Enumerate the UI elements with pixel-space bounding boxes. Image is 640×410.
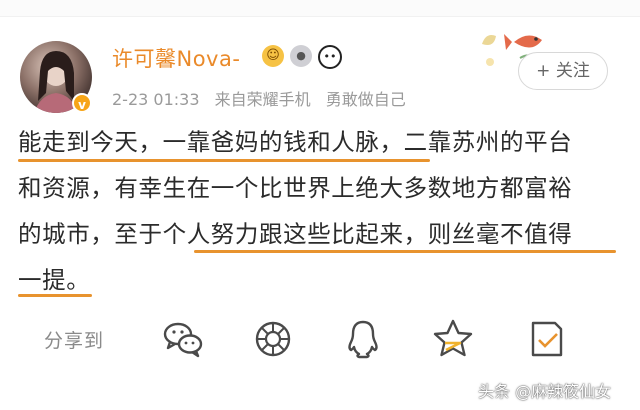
- highlight-underline-2: [194, 250, 616, 253]
- signature: 勇敢做自己: [325, 90, 406, 109]
- follow-button[interactable]: + 关注: [518, 52, 608, 90]
- post-text-line-3: 的城市，至于个人努力跟这些比起来，则丝毫不值得: [18, 214, 628, 260]
- qzone-icon[interactable]: [430, 316, 476, 362]
- post-text-line-1: 能走到今天，一靠爸妈的钱和人脉，二靠苏州的平台: [18, 122, 628, 168]
- post-body: 能走到今天，一靠爸妈的钱和人脉，二靠苏州的平台 和资源，有幸生在一个比世界上绝大…: [18, 122, 628, 306]
- timestamp: 2-23 01:33: [112, 90, 200, 109]
- top-strip: [0, 0, 640, 17]
- post-text-line-4: 一提。: [18, 260, 628, 306]
- watermark: 头条 @麻辣筱仙女: [478, 382, 612, 401]
- panda-icon: ••: [318, 45, 342, 69]
- post-meta: 2-23 01:33 来自荣耀手机 勇敢做自己: [112, 86, 416, 110]
- moments-icon[interactable]: [250, 316, 296, 362]
- highlight-underline-3: [18, 294, 92, 297]
- post-source: 来自荣耀手机: [214, 90, 311, 109]
- post-text-line-2: 和资源，有幸生在一个比世界上绝大多数地方都富裕: [18, 174, 573, 202]
- qq-icon[interactable]: [340, 316, 386, 362]
- share-label: 分享到: [44, 330, 105, 352]
- verified-badge-icon: v: [72, 93, 92, 113]
- emoji-face-icon: ☺: [262, 45, 284, 67]
- author-name[interactable]: 许可馨Nova-: [112, 43, 240, 73]
- save-icon[interactable]: [524, 316, 570, 362]
- medal-icon: ●: [290, 45, 312, 67]
- highlight-underline-1: [18, 159, 430, 162]
- wechat-icon[interactable]: [160, 316, 206, 362]
